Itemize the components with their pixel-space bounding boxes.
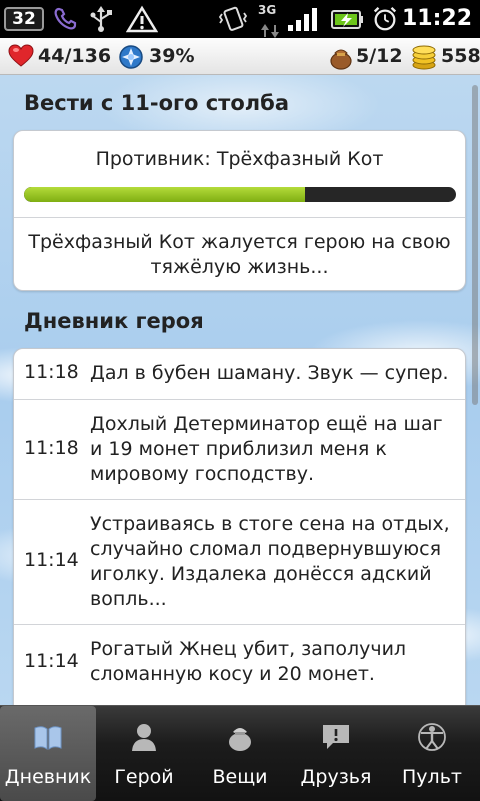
network-type-label: 3G — [258, 3, 277, 17]
news-message: Трёхфазный Кот жалуется герою на свою тя… — [28, 231, 451, 278]
godpower-orb-icon — [119, 45, 143, 69]
tab-items-label: Вещи — [212, 766, 268, 788]
bottom-tab-bar: Дневник Герой Вещи Друзья Пульт — [0, 705, 480, 801]
opponent-row: Противник: Трёхфазный Кот — [14, 131, 465, 218]
news-message-row: Трёхфазный Кот жалуется герою на свою тя… — [14, 218, 465, 291]
book-icon — [34, 726, 62, 751]
usb-icon[interactable] — [88, 5, 114, 33]
diary-entry-time: 11:14 — [24, 549, 79, 571]
health-value: 44/136 — [38, 45, 112, 67]
tab-hero-label: Герой — [114, 766, 174, 788]
opponent-label: Противник: Трёхфазный Кот — [95, 148, 384, 170]
inventory-value: 5/12 — [356, 45, 403, 67]
status-bar: 32 3G 11:22 — [0, 0, 480, 38]
tab-remote[interactable]: Пульт — [384, 706, 480, 801]
health-stat: 44/136 — [0, 38, 115, 74]
diary-entry: 11:14 Рогатый Жнец убит, заполучил слома… — [14, 625, 465, 705]
pouch-icon — [330, 49, 352, 70]
viber-icon[interactable] — [52, 5, 80, 33]
inventory-stat: 5/12 — [322, 38, 410, 74]
tab-diary-label: Дневник — [4, 766, 92, 788]
diary-section-title: Дневник героя — [24, 309, 204, 333]
diary-entry: 11:18 Дал в бубен шаману. Звук — супер. — [14, 349, 465, 400]
person-icon — [132, 724, 156, 751]
godpower-stat: 39% — [115, 38, 215, 74]
heart-icon — [8, 44, 34, 67]
vibrate-icon — [218, 6, 248, 31]
main-content[interactable]: Вести с 11-ого столба Противник: Трёхфаз… — [0, 75, 480, 705]
chat-icon — [323, 725, 349, 749]
diary-entry-time: 11:18 — [24, 361, 79, 383]
signal-strength-icon — [288, 8, 317, 31]
godpower-value: 39% — [149, 45, 195, 67]
gold-value: 558 — [441, 45, 480, 67]
tab-friends-label: Друзья — [300, 766, 372, 788]
diary-entry-text: Дал в бубен шаману. Звук — супер. — [90, 362, 449, 384]
warning-icon[interactable] — [126, 5, 158, 33]
gold-coins-icon — [412, 45, 436, 70]
diary-entry-text: Дохлый Детерминатор ещё на шаг и 19 моне… — [90, 413, 443, 485]
tab-diary[interactable]: Дневник — [0, 706, 96, 801]
hero-stats-bar: 44/136 39% 5/12 558 — [0, 38, 480, 75]
alarm-clock-icon — [373, 6, 397, 31]
diary-card: 11:18 Дал в бубен шаману. Звук — супер. … — [13, 348, 466, 705]
battery-charging-icon — [331, 10, 363, 29]
scrollbar[interactable] — [472, 85, 478, 405]
clock: 11:22 — [401, 6, 472, 31]
diary-entry: 11:18 Дохлый Детерминатор ещё на шаг и 1… — [14, 400, 465, 500]
tab-friends[interactable]: Друзья — [288, 706, 384, 801]
diary-entry-time: 11:14 — [24, 650, 79, 672]
notification-count-badge[interactable]: 32 — [4, 7, 44, 31]
vitruvian-icon — [418, 723, 446, 751]
tab-items[interactable]: Вещи — [192, 706, 288, 801]
diary-entry-text: Устраиваясь в стоге сена на отдых, случа… — [90, 513, 450, 610]
tab-remote-label: Пульт — [402, 766, 462, 788]
diary-entry-text: Рогатый Жнец убит, заполучил сломанную к… — [90, 638, 407, 685]
opponent-health-bar-fill — [24, 187, 305, 202]
opponent-health-bar — [24, 187, 456, 202]
diary-entry-time: 11:18 — [24, 437, 79, 459]
gold-stat: 558 — [408, 38, 480, 74]
news-card: Противник: Трёхфазный Кот Трёхфазный Кот… — [13, 130, 466, 291]
news-section-title: Вести с 11-ого столба — [24, 91, 289, 115]
tab-hero[interactable]: Герой — [96, 706, 192, 801]
diary-entry: 11:14 Устраиваясь в стоге сена на отдых,… — [14, 500, 465, 625]
bag-icon — [229, 728, 251, 751]
